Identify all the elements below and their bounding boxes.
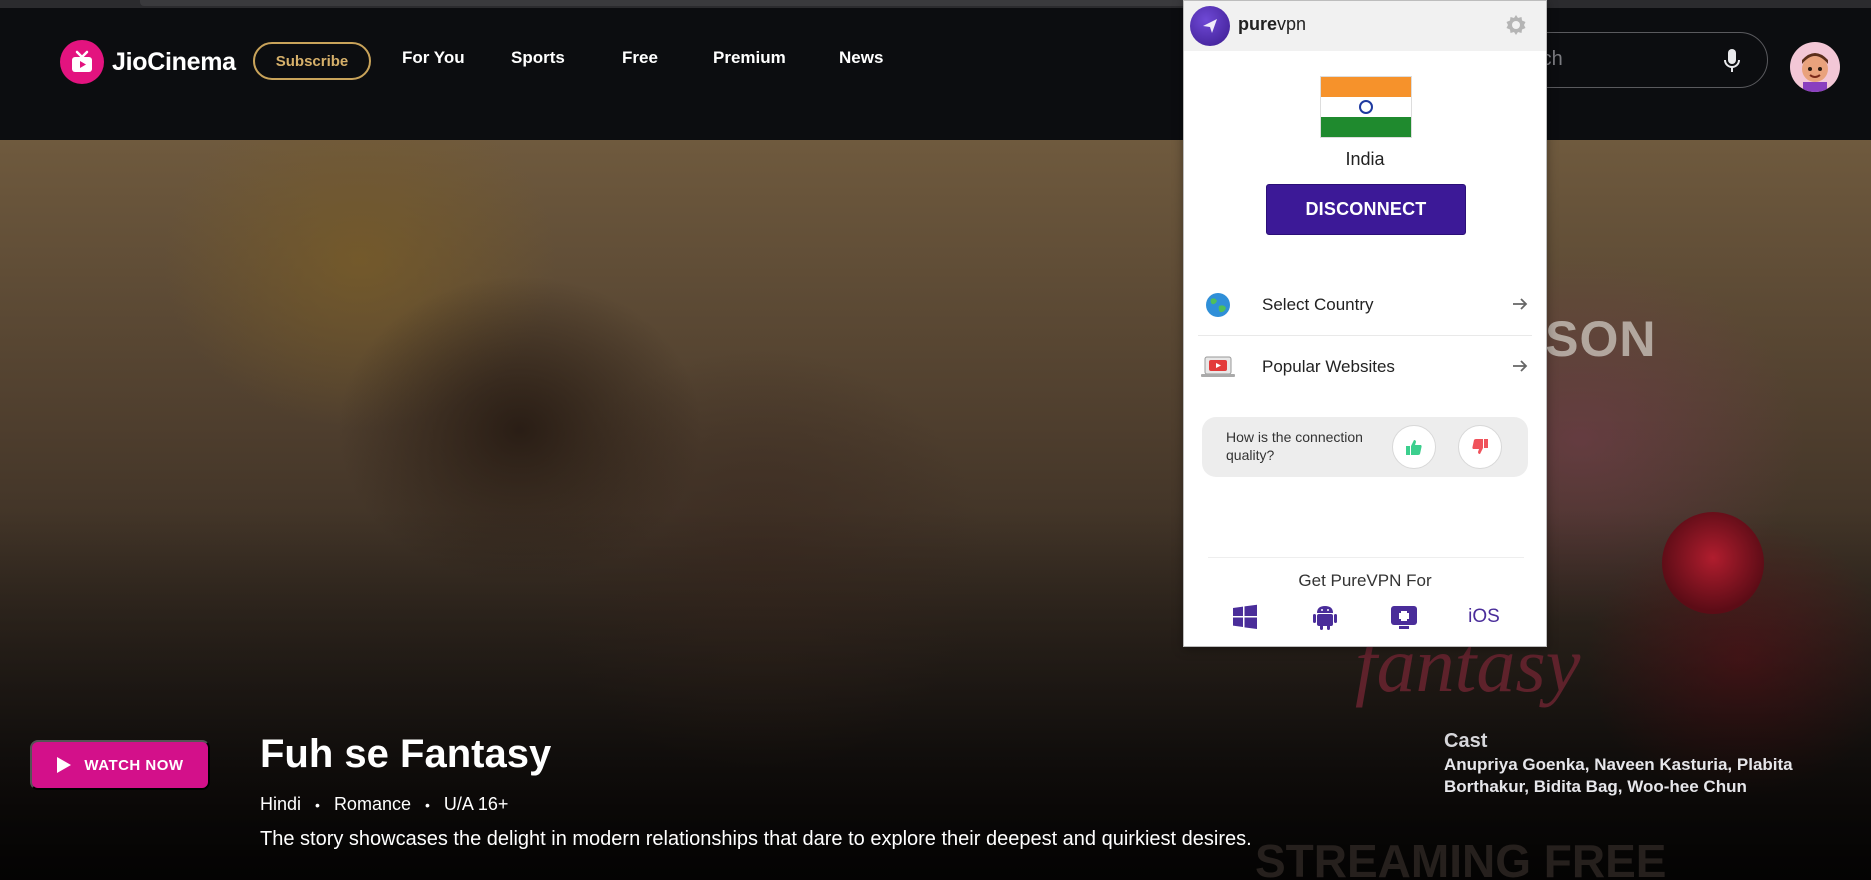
purevpn-logo-icon xyxy=(1190,6,1230,46)
play-icon xyxy=(57,757,72,773)
connection-feedback: How is the connection quality? xyxy=(1202,417,1528,477)
meta-separator: • xyxy=(424,796,430,813)
popular-websites-label: Popular Websites xyxy=(1262,357,1395,376)
browser-tab-strip xyxy=(0,0,1871,8)
nav-sports[interactable]: Sports xyxy=(511,48,565,68)
microphone-icon[interactable] xyxy=(1722,48,1742,78)
vpn-header: purevpn xyxy=(1184,1,1546,51)
gear-icon[interactable] xyxy=(1504,13,1528,41)
menu-divider xyxy=(1198,335,1532,336)
windows-icon[interactable] xyxy=(1225,601,1265,633)
watch-now-label: WATCH NOW xyxy=(84,756,184,774)
jiocinema-logo[interactable]: JioCinema xyxy=(60,40,236,84)
thumbs-up-button[interactable] xyxy=(1392,425,1436,469)
purevpn-popup: purevpn India DISCONNECT Select Country xyxy=(1183,0,1547,647)
globe-icon xyxy=(1198,292,1238,318)
connected-country: India xyxy=(1345,149,1385,169)
select-country-label: Select Country xyxy=(1262,295,1374,314)
brand-name: JioCinema xyxy=(112,47,236,76)
show-rating: U/A 16+ xyxy=(443,794,509,814)
platforms-divider xyxy=(1208,557,1524,558)
vpn-brand-name: purevpn xyxy=(1238,14,1306,35)
show-genre: Romance xyxy=(333,794,411,814)
ios-link[interactable]: iOS xyxy=(1464,601,1504,633)
india-flag-icon xyxy=(1320,76,1412,138)
show-language: Hindi xyxy=(260,794,302,814)
arrow-right-icon xyxy=(1512,296,1528,315)
poster-footer-text: STREAMING FREE xyxy=(1255,835,1667,880)
feedback-question: How is the connection quality? xyxy=(1226,429,1363,463)
show-title: Fuh se Fantasy xyxy=(260,732,552,776)
jiocinema-logo-icon xyxy=(60,40,104,84)
meta-separator: • xyxy=(315,796,320,813)
nav-free[interactable]: Free xyxy=(622,48,658,68)
show-meta: Hindi • Romance • U/A 16+ xyxy=(260,794,508,815)
cast-names: Anupriya Goenka, Naveen Kasturia, Plabit… xyxy=(1444,755,1793,796)
nav-premium[interactable]: Premium xyxy=(713,48,786,68)
watch-now-button[interactable]: WATCH NOW xyxy=(30,740,210,790)
get-purevpn-heading: Get PureVPN For xyxy=(1298,571,1432,590)
site-header: JioCinema Subscribe For You Sports Free … xyxy=(0,8,1871,140)
laptop-play-icon xyxy=(1198,355,1238,379)
thumbs-up-icon xyxy=(1406,440,1422,455)
vpn-brand-light: vpn xyxy=(1277,14,1307,34)
thumbs-down-icon xyxy=(1472,439,1488,454)
nav-for-you[interactable]: For You xyxy=(402,48,465,68)
arrow-right-icon xyxy=(1512,358,1528,377)
disconnect-button[interactable]: DISCONNECT xyxy=(1266,184,1466,235)
tv-icon[interactable] xyxy=(1384,601,1424,633)
browser-tab-edge xyxy=(140,0,1190,6)
select-country-row[interactable]: Select Country xyxy=(1198,275,1532,335)
popular-websites-row[interactable]: Popular Websites xyxy=(1198,337,1532,397)
android-icon[interactable] xyxy=(1305,601,1345,633)
user-avatar[interactable] xyxy=(1790,42,1840,92)
rose-graphic xyxy=(1662,512,1764,614)
show-description: The story showcases the delight in moder… xyxy=(260,828,1252,850)
subscribe-button[interactable]: Subscribe xyxy=(253,42,371,80)
nav-news[interactable]: News xyxy=(839,48,883,68)
thumbs-down-button[interactable] xyxy=(1458,425,1502,469)
ios-label: iOS xyxy=(1468,606,1500,627)
vpn-brand-bold: pure xyxy=(1238,14,1278,34)
cast-heading: Cast xyxy=(1444,730,1488,752)
